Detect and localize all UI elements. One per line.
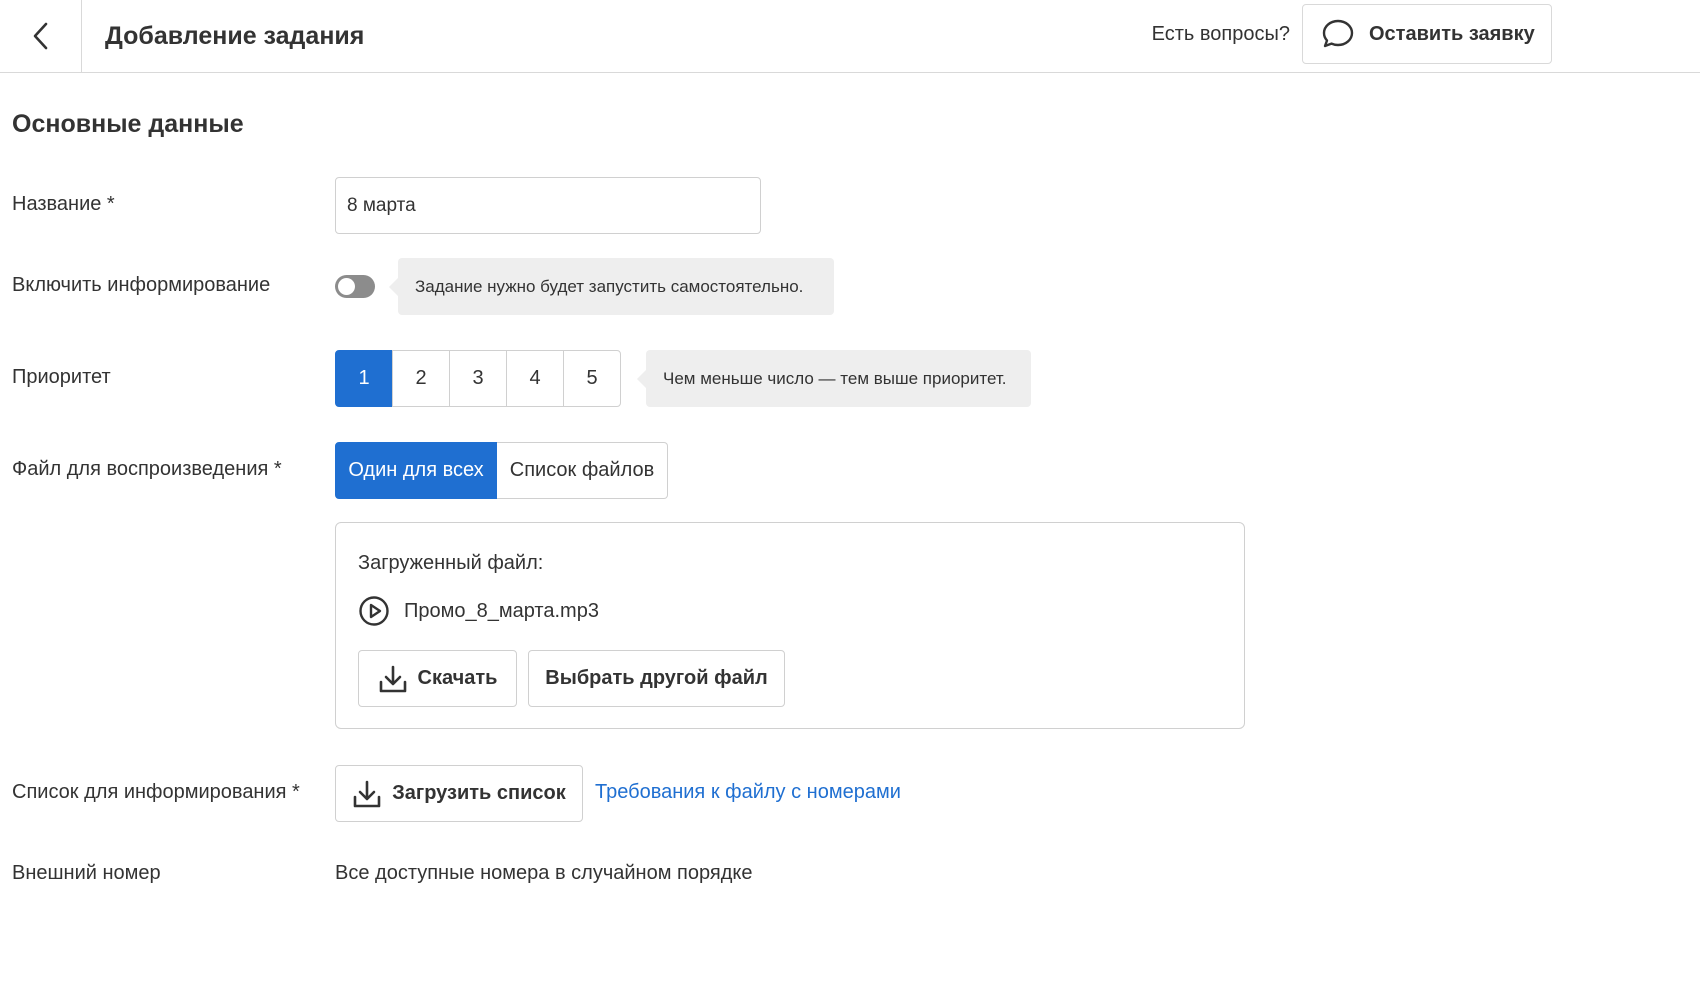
notify-label: Включить информирование: [12, 274, 271, 296]
priority-hint: Чем меньше число — тем выше приоритет.: [637, 350, 1031, 407]
name-label: Название *: [12, 193, 115, 215]
file-name: Промо_8_марта.mp3: [404, 599, 599, 622]
back-button[interactable]: [0, 0, 82, 72]
priority-option-1[interactable]: 1: [335, 350, 393, 407]
notify-hint-text: Задание нужно будет запустить самостояте…: [415, 276, 804, 296]
top-bar: Добавление задания Есть вопросы? Оставит…: [0, 0, 1700, 73]
download-icon: [379, 665, 406, 692]
header-actions: Есть вопросы? Оставить заявку: [1152, 4, 1552, 64]
chat-bubble-icon: [1322, 19, 1354, 48]
play-icon[interactable]: [358, 595, 390, 627]
uploaded-file-panel: Загруженный файл: Промо_8_марта.mp3 Скач…: [335, 522, 1245, 729]
priority-option-3[interactable]: 3: [449, 350, 507, 407]
upload-list-label: Загрузить список: [392, 782, 566, 804]
chevron-left-icon: [33, 22, 47, 50]
section-title: Основные данные: [12, 110, 244, 138]
priority-selector: 1 2 3 4 5: [335, 350, 621, 407]
leave-request-button[interactable]: Оставить заявку: [1302, 4, 1552, 64]
uploaded-file-label: Загруженный файл:: [358, 552, 544, 574]
toggle-knob: [338, 278, 355, 295]
uploaded-file-row: Промо_8_марта.mp3: [358, 595, 599, 627]
mode-file-list[interactable]: Список файлов: [497, 442, 668, 499]
upload-list-button[interactable]: Загрузить список: [335, 765, 583, 822]
download-button[interactable]: Скачать: [358, 650, 517, 707]
notify-toggle[interactable]: [335, 275, 375, 298]
playback-mode-selector: Один для всех Список файлов: [335, 442, 668, 499]
choose-other-file-button[interactable]: Выбрать другой файл: [528, 650, 785, 707]
priority-option-5[interactable]: 5: [563, 350, 621, 407]
questions-text: Есть вопросы?: [1151, 22, 1290, 45]
mode-one-for-all[interactable]: Один для всех: [335, 442, 497, 499]
playback-file-label: Файл для воспроизведения *: [12, 458, 282, 480]
leave-request-label: Оставить заявку: [1369, 22, 1535, 45]
priority-label: Приоритет: [12, 366, 111, 388]
name-input[interactable]: [335, 177, 761, 234]
priority-option-4[interactable]: 4: [506, 350, 564, 407]
priority-hint-text: Чем меньше число — тем выше приоритет.: [663, 368, 1007, 388]
download-label: Скачать: [417, 667, 498, 689]
notify-list-label: Список для информирования *: [12, 781, 300, 803]
notify-hint: Задание нужно будет запустить самостояте…: [389, 258, 834, 315]
file-requirements-link[interactable]: Требования к файлу с номерами: [595, 781, 901, 804]
external-number-label: Внешний номер: [12, 862, 161, 884]
download-icon: [353, 780, 381, 807]
page-title: Добавление задания: [105, 21, 365, 50]
priority-option-2[interactable]: 2: [392, 350, 450, 407]
external-number-value: Все доступные номера в случайном порядке: [335, 862, 753, 884]
